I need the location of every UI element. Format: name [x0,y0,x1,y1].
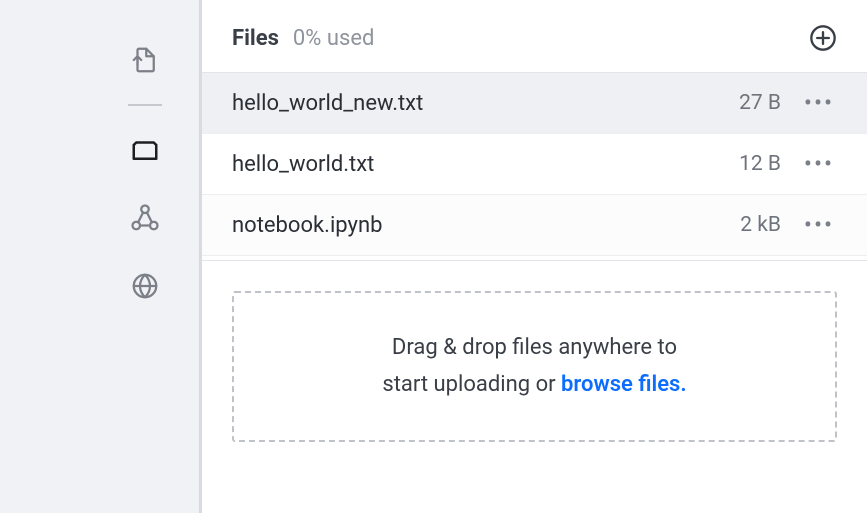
files-usage: 0% used [293,26,375,51]
file-list: hello_world_new.txt 27 B ••• hello_world… [202,73,867,256]
file-name: hello_world_new.txt [232,91,697,116]
file-size: 2 kB [717,213,781,237]
file-row[interactable]: notebook.ipynb 2 kB ••• [202,195,867,256]
file-name: hello_world.txt [232,152,697,177]
dropzone[interactable]: Drag & drop files anywhere to start uplo… [232,291,837,442]
file-size: 27 B [717,91,781,115]
files-title: Files [232,26,279,51]
more-icon[interactable]: ••• [801,211,837,239]
files-icon[interactable] [125,130,165,170]
browse-files-link[interactable]: browse files [561,372,680,397]
sidebar-divider [128,104,162,106]
file-row[interactable]: hello_world.txt 12 B ••• [202,134,867,195]
left-gutter [0,0,90,513]
file-size: 12 B [717,152,781,176]
dropzone-text-line1: Drag & drop files anywhere to [274,329,795,366]
globe-icon[interactable] [125,266,165,306]
upload-file-icon[interactable] [125,40,165,80]
dropzone-container: Drag & drop files anywhere to start uplo… [202,260,867,452]
more-icon[interactable]: ••• [801,89,837,117]
dropzone-text-line2: start uploading or browse files. [274,366,795,403]
more-icon[interactable]: ••• [801,150,837,178]
file-name: notebook.ipynb [232,213,697,238]
add-file-button[interactable] [809,24,837,52]
files-panel: Files 0% used hello_world_new.txt 27 B •… [200,0,867,513]
sidebar [90,0,200,513]
files-header: Files 0% used [202,0,867,73]
file-row[interactable]: hello_world_new.txt 27 B ••• [202,73,867,134]
share-icon[interactable] [125,198,165,238]
